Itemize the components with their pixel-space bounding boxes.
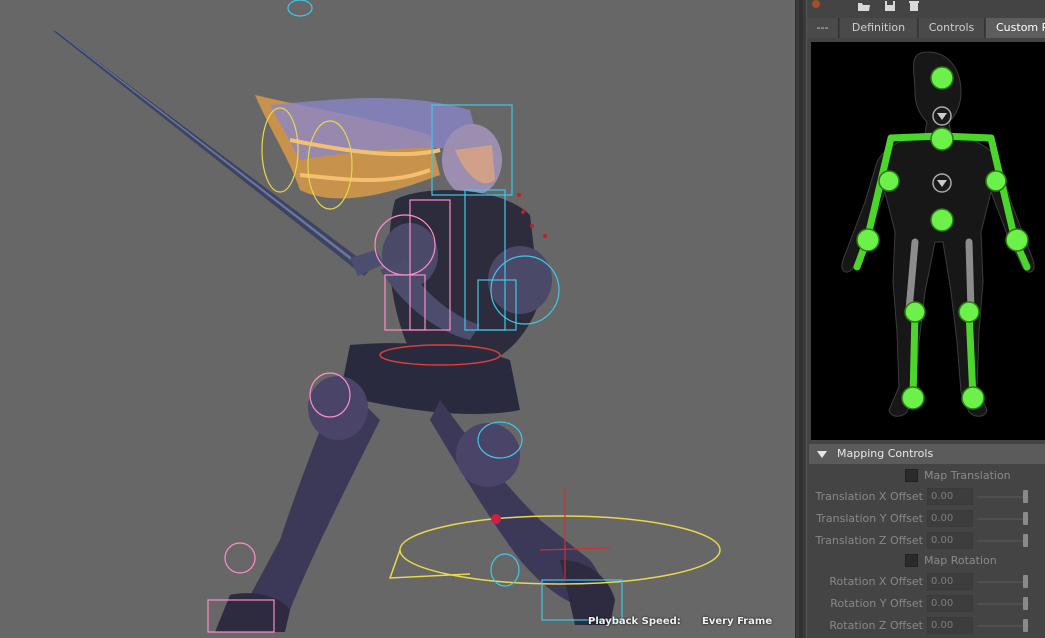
bone-left-shin	[909, 308, 919, 402]
rotation-x-slider-handle[interactable]	[1023, 575, 1028, 588]
folder-open-icon[interactable]	[857, 0, 871, 12]
joint-left-knee[interactable]	[904, 301, 926, 323]
top-control-curve	[287, 0, 313, 17]
red-dot-2	[521, 210, 525, 214]
app-window: Playback Speed: Every Frame --- Definiti…	[0, 0, 1045, 638]
bone-right-thigh	[965, 238, 975, 314]
translation-x-label: Translation X Offset	[815, 490, 923, 503]
translation-y-label: Translation Y Offset	[816, 512, 923, 525]
character-knee-left	[308, 376, 368, 440]
tab-dashes[interactable]: ---	[807, 18, 839, 38]
translation-x-row: Translation X Offset 0.00	[809, 488, 1045, 506]
translation-x-slider-track[interactable]	[977, 496, 1029, 498]
joint-right-hand[interactable]	[1005, 228, 1029, 252]
map-rotation-checkbox[interactable]	[905, 554, 918, 567]
red-dot-3	[530, 224, 534, 228]
ankle-control-ring-left	[224, 542, 256, 574]
rotation-z-slider-handle[interactable]	[1023, 619, 1028, 632]
save-icon[interactable]	[883, 0, 897, 12]
character-controls-view	[811, 42, 1045, 440]
character-silhouette-svg	[841, 51, 1035, 417]
tab-definition[interactable]: Definition	[840, 18, 918, 38]
translation-x-slider-handle[interactable]	[1023, 490, 1028, 503]
joint-left-hand[interactable]	[856, 228, 880, 252]
tab-controls[interactable]: Controls	[919, 18, 985, 38]
rotation-y-slider-handle[interactable]	[1023, 597, 1028, 610]
translation-y-row: Translation Y Offset 0.00	[809, 510, 1045, 528]
joint-right-knee[interactable]	[958, 301, 980, 323]
rotation-y-label: Rotation Y Offset	[830, 597, 923, 610]
mapping-controls-title: Mapping Controls	[837, 447, 934, 460]
rotation-z-label: Rotation Z Offset	[829, 619, 923, 632]
character-controls-panel: --- Definition Controls Custom R Mapping…	[807, 0, 1045, 638]
rotation-z-field[interactable]: 0.00	[927, 617, 973, 634]
map-rotation-label: Map Rotation	[924, 554, 997, 567]
ankle-control-ring-right	[490, 553, 520, 587]
rotation-y-field[interactable]: 0.00	[927, 595, 973, 612]
bone-right-shin	[965, 308, 977, 402]
map-translation-checkbox[interactable]	[905, 469, 918, 482]
joint-left-shoulder[interactable]	[878, 170, 900, 192]
rotation-z-slider-track[interactable]	[977, 625, 1029, 627]
rotation-y-slider-track[interactable]	[977, 603, 1029, 605]
rotation-x-field[interactable]: 0.00	[927, 573, 973, 590]
translation-y-slider-handle[interactable]	[1023, 512, 1028, 525]
tab-custom-rig[interactable]: Custom R	[986, 18, 1045, 38]
joint-left-foot[interactable]	[901, 386, 925, 410]
translation-z-slider-track[interactable]	[977, 540, 1029, 542]
splitter-grip	[799, 0, 803, 638]
playback-speed-label: Playback Speed:	[588, 616, 681, 627]
joint-right-shoulder[interactable]	[985, 170, 1007, 192]
panel-tabs: --- Definition Controls Custom R	[807, 18, 1045, 38]
translation-y-field[interactable]: 0.00	[927, 510, 973, 527]
joint-chest[interactable]	[930, 127, 954, 151]
map-translation-label: Map Translation	[924, 469, 1011, 482]
settings-icon[interactable]	[809, 0, 823, 12]
panel-toolbar	[807, 0, 1045, 16]
rotation-x-label: Rotation X Offset	[829, 575, 923, 588]
red-dot-1	[517, 193, 521, 197]
translation-y-slider-track[interactable]	[977, 518, 1029, 520]
playback-speed-value: Every Frame	[702, 616, 773, 627]
translation-x-field[interactable]: 0.00	[927, 488, 973, 505]
viewport-scene[interactable]	[0, 0, 795, 638]
translation-z-field[interactable]: 0.00	[927, 532, 973, 549]
rotation-y-row: Rotation Y Offset 0.00	[809, 595, 1045, 613]
translation-z-label: Translation Z Offset	[815, 534, 923, 547]
translation-z-slider-handle[interactable]	[1023, 534, 1028, 547]
joint-spine[interactable]	[930, 208, 954, 232]
joint-right-foot[interactable]	[961, 386, 985, 410]
rotation-x-row: Rotation X Offset 0.00	[809, 573, 1045, 591]
delete-icon[interactable]	[907, 0, 921, 12]
translation-z-row: Translation Z Offset 0.00	[809, 532, 1045, 550]
panel-splitter[interactable]	[795, 0, 807, 638]
red-dot-4	[543, 234, 547, 238]
rotation-z-row: Rotation Z Offset 0.00	[809, 617, 1045, 635]
hip-marker	[491, 514, 501, 524]
mapping-controls-header[interactable]: Mapping Controls	[809, 444, 1045, 464]
neck-expand-icon[interactable]	[932, 106, 952, 126]
joint-head[interactable]	[930, 66, 954, 90]
collapse-triangle-icon	[817, 451, 827, 458]
torso-expand-icon[interactable]	[932, 173, 952, 193]
mapping-controls-section: Mapping Controls Map Translation Transla…	[809, 444, 1045, 638]
viewport-3d[interactable]: Playback Speed: Every Frame	[0, 0, 795, 638]
rotation-x-slider-track[interactable]	[977, 581, 1029, 583]
